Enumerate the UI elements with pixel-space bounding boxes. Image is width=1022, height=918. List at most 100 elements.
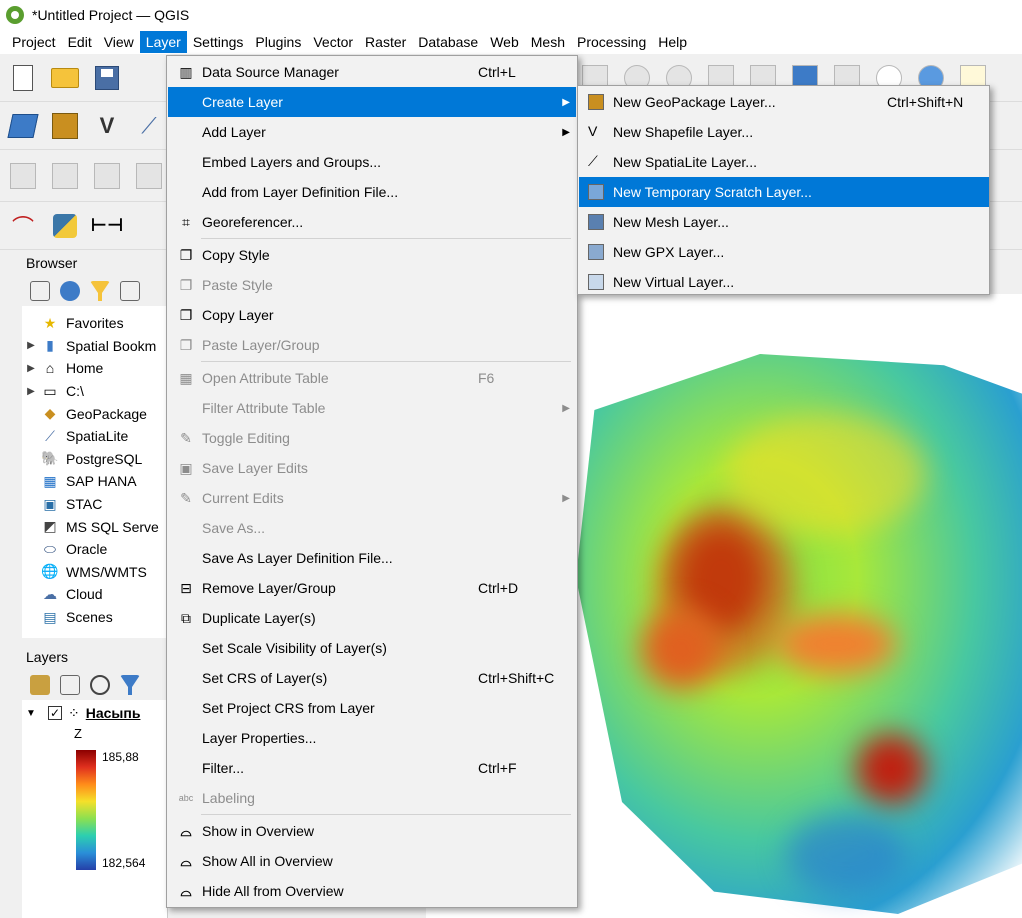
menu-item-georeferencer[interactable]: ⌗ Georeferencer... bbox=[168, 207, 576, 237]
menu-item-add-from-layer-definition-file[interactable]: Add from Layer Definition File... bbox=[168, 177, 576, 207]
menu-item-embed-layers-and-groups[interactable]: Embed Layers and Groups... bbox=[168, 147, 576, 177]
browser-item-mssql[interactable]: ◩ MS SQL Serve bbox=[22, 515, 167, 538]
layer-row[interactable]: ▼ ✓ ⁘ Насыпь bbox=[22, 700, 167, 726]
new-mesh-icon-glyph bbox=[588, 214, 604, 230]
new-project-button[interactable] bbox=[8, 63, 38, 93]
browser-item-geopackage[interactable]: ◆ GeoPackage bbox=[22, 402, 167, 425]
menu-item-shortcut: Ctrl+D bbox=[478, 580, 519, 596]
menu-settings[interactable]: Settings bbox=[187, 31, 250, 53]
menu-edit[interactable]: Edit bbox=[62, 31, 98, 53]
expand-arrow-icon[interactable]: ▶ bbox=[22, 340, 40, 351]
menu-item-layer-properties[interactable]: Layer Properties... bbox=[168, 723, 576, 753]
browser-item-home[interactable]: ▶ ⌂ Home bbox=[22, 357, 167, 380]
remove-layer-icon: ⊟ bbox=[180, 579, 192, 596]
menu-item-copy-style[interactable]: ❐ Copy Style bbox=[168, 240, 576, 270]
menu-item-copy-layer[interactable]: ❐ Copy Layer bbox=[168, 300, 576, 330]
menu-view[interactable]: View bbox=[98, 31, 140, 53]
layer-visibility-checkbox[interactable]: ✓ bbox=[48, 706, 62, 720]
digitize-tool-2[interactable] bbox=[50, 161, 80, 191]
menu-icon-placeholder bbox=[174, 122, 198, 142]
refresh-icon[interactable] bbox=[60, 281, 80, 301]
menu-web[interactable]: Web bbox=[484, 31, 525, 53]
menu-vector[interactable]: Vector bbox=[307, 31, 359, 53]
menu-item-show-all-in-overview[interactable]: ⌓ Show All in Overview bbox=[168, 846, 576, 876]
menu-item-save-as-layer-definition-file[interactable]: Save As Layer Definition File... bbox=[168, 543, 576, 573]
menu-icon-placeholder bbox=[174, 518, 198, 538]
browser-item-cloud[interactable]: ☁ Cloud bbox=[22, 583, 167, 606]
python-icon bbox=[53, 213, 77, 238]
submenu-item-new-gpx-layer[interactable]: New GPX Layer... bbox=[579, 237, 989, 267]
menu-item-set-scale-visibility-of-layer-s[interactable]: Set Scale Visibility of Layer(s) bbox=[168, 633, 576, 663]
menu-processing[interactable]: Processing bbox=[571, 31, 652, 53]
submenu-item-new-temporary-scratch-layer[interactable]: New Temporary Scratch Layer... bbox=[579, 177, 989, 207]
raster-hotspot bbox=[856, 734, 926, 804]
digitize-tool-3[interactable] bbox=[92, 161, 122, 191]
layer-name[interactable]: Насыпь bbox=[86, 705, 141, 721]
stac-icon: ▣ bbox=[43, 495, 57, 512]
add-group-icon[interactable] bbox=[60, 675, 80, 695]
submenu-item-label: New GPX Layer... bbox=[613, 244, 725, 260]
submenu-item-new-shapefile-layer[interactable]: V New Shapefile Layer... bbox=[579, 117, 989, 147]
browser-item-spatial-bookmarks[interactable]: ▶ ▮ Spatial Bookm bbox=[22, 335, 167, 358]
save-project-button[interactable] bbox=[92, 63, 122, 93]
python-console-button[interactable] bbox=[50, 211, 80, 241]
browser-item-label: WMS/WMTS bbox=[66, 563, 147, 580]
digitize-tool-1[interactable] bbox=[8, 161, 38, 191]
browser-item-sap-hana[interactable]: ▦ SAP HANA bbox=[22, 470, 167, 493]
expand-arrow-icon[interactable]: ▶ bbox=[22, 363, 40, 374]
filter-icon[interactable] bbox=[90, 281, 110, 301]
digitize-icon bbox=[52, 162, 78, 189]
data-source-manager-button[interactable] bbox=[7, 111, 39, 141]
expand-arrow-icon[interactable]: ▶ bbox=[22, 386, 40, 397]
collapse-all-icon[interactable] bbox=[120, 281, 140, 301]
submenu-item-new-spatialite-layer[interactable]: ⟋ New SpatiaLite Layer... bbox=[579, 147, 989, 177]
new-geopackage-button[interactable] bbox=[50, 111, 80, 141]
browser-item-drive-c[interactable]: ▶ ▭ C:\ bbox=[22, 380, 167, 403]
add-selected-icon[interactable] bbox=[30, 281, 50, 301]
measure-button[interactable]: ⊢⊣ bbox=[91, 211, 124, 241]
style-brush-icon[interactable] bbox=[30, 675, 50, 695]
browser-item-stac[interactable]: ▣ STAC bbox=[22, 493, 167, 516]
menu-item-save-layer-edits: ▣ Save Layer Edits bbox=[168, 453, 576, 483]
menu-database[interactable]: Database bbox=[412, 31, 484, 53]
submenu-item-new-mesh-layer[interactable]: New Mesh Layer... bbox=[579, 207, 989, 237]
browser-item-oracle[interactable]: ⬭ Oracle bbox=[22, 538, 167, 561]
attribute-table-icon: ▦ bbox=[179, 369, 193, 386]
curve-tool-button[interactable]: ⌒ bbox=[8, 211, 38, 241]
menu-item-set-project-crs-from-layer[interactable]: Set Project CRS from Layer bbox=[168, 693, 576, 723]
menu-item-create-layer[interactable]: Create Layer ▶ bbox=[168, 87, 576, 117]
menu-item-label: Copy Style bbox=[202, 247, 270, 263]
menu-item-label: Filter... bbox=[202, 760, 245, 776]
menu-item-filter[interactable]: Filter... Ctrl+F bbox=[168, 753, 576, 783]
menu-layer[interactable]: Layer bbox=[139, 31, 187, 53]
menu-item-shortcut: Ctrl+L bbox=[478, 64, 516, 80]
eye-icon[interactable] bbox=[90, 675, 110, 695]
menu-item-set-crs-of-layer-s[interactable]: Set CRS of Layer(s) Ctrl+Shift+C bbox=[168, 663, 576, 693]
submenu-item-new-virtual-layer[interactable]: New Virtual Layer... bbox=[579, 267, 989, 297]
menu-help[interactable]: Help bbox=[652, 31, 693, 53]
menu-item-duplicate-layer-s[interactable]: ⧉ Duplicate Layer(s) bbox=[168, 603, 576, 633]
menu-item-hide-all-from-overview[interactable]: ⌓ Hide All from Overview bbox=[168, 876, 576, 906]
digitize-tool-4[interactable] bbox=[134, 161, 164, 191]
menu-item-show-in-overview[interactable]: ⌓ Show in Overview bbox=[168, 816, 576, 846]
browser-item-postgresql[interactable]: 🐘 PostgreSQL bbox=[22, 448, 167, 471]
menu-item-data-source-manager[interactable]: ▥ Data Source Manager Ctrl+L bbox=[168, 57, 576, 87]
browser-item-favorites[interactable]: ★ Favorites bbox=[22, 312, 167, 335]
menu-item-remove-layer-group[interactable]: ⊟ Remove Layer/Group Ctrl+D bbox=[168, 573, 576, 603]
open-project-button[interactable] bbox=[50, 63, 80, 93]
submenu-arrow-icon: ▶ bbox=[562, 492, 570, 504]
menu-item-add-layer[interactable]: Add Layer ▶ bbox=[168, 117, 576, 147]
browser-item-spatialite[interactable]: ⟋ SpatiaLite bbox=[22, 425, 167, 448]
menu-mesh[interactable]: Mesh bbox=[525, 31, 571, 53]
browser-item-scenes[interactable]: ▤ Scenes bbox=[22, 606, 167, 629]
collapse-arrow-icon[interactable]: ▼ bbox=[22, 708, 40, 719]
new-shapefile-button[interactable]: V bbox=[92, 111, 122, 141]
submenu-item-new-geopackage-layer[interactable]: New GeoPackage Layer... Ctrl+Shift+N bbox=[579, 87, 989, 117]
legend-field-label: Z bbox=[74, 726, 82, 741]
filter-icon[interactable] bbox=[120, 675, 140, 695]
browser-item-wms[interactable]: 🌐 WMS/WMTS bbox=[22, 561, 167, 584]
menu-project[interactable]: Project bbox=[6, 31, 62, 53]
menu-plugins[interactable]: Plugins bbox=[249, 31, 307, 53]
menu-raster[interactable]: Raster bbox=[359, 31, 412, 53]
new-spatialite-button[interactable]: ⟋ bbox=[134, 111, 164, 141]
